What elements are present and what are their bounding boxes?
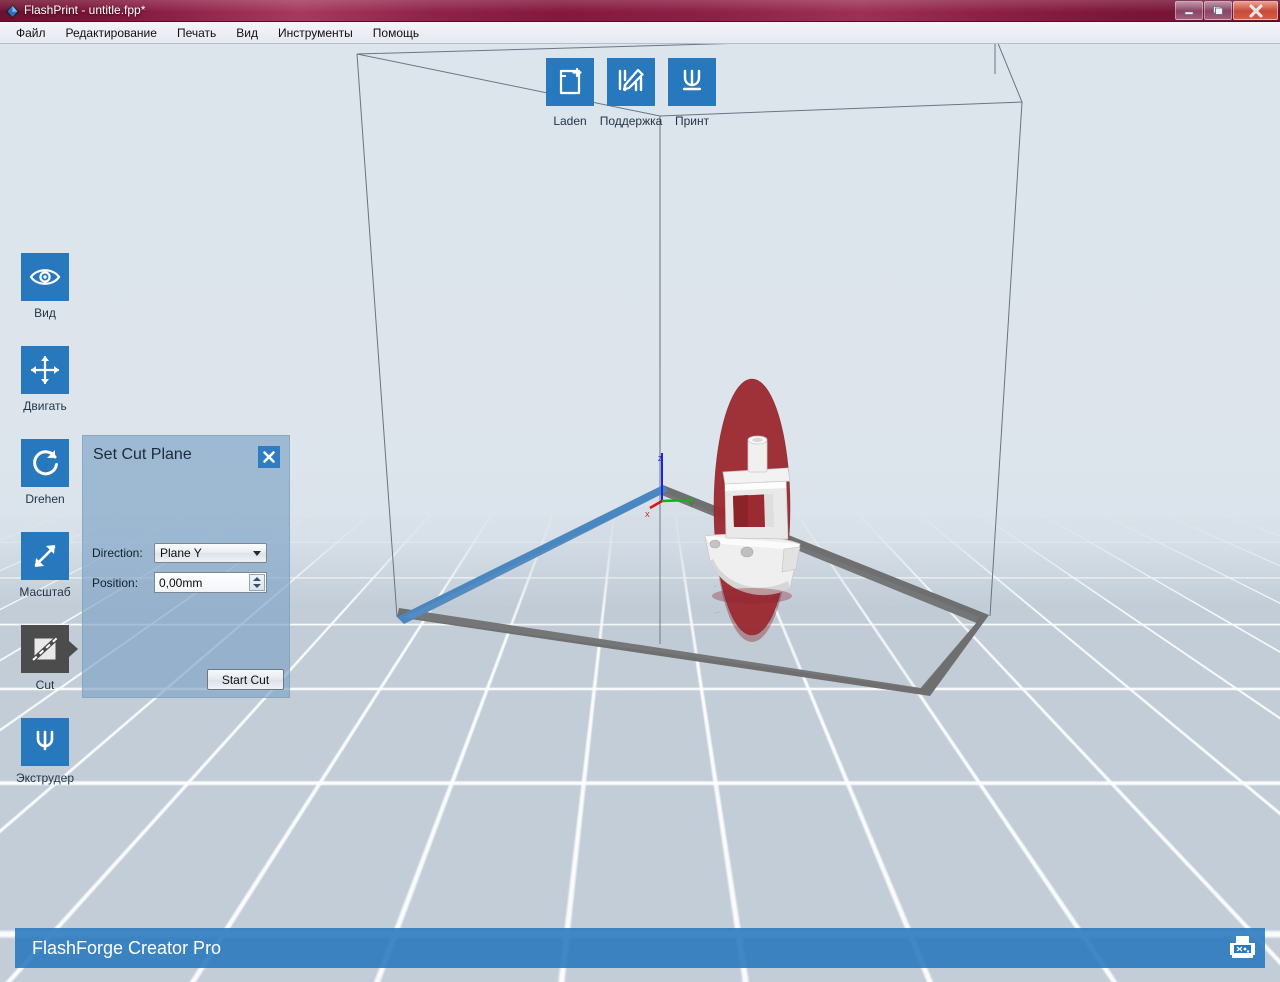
svg-text:X: X (645, 512, 650, 519)
direction-row: Direction: Plane Y (92, 543, 267, 563)
rotate-icon (30, 448, 60, 478)
flashprint-diamond-icon (5, 4, 20, 19)
menu-bar: Файл Редактирование Печать Вид Инструмен… (0, 22, 1280, 44)
printer-name-label: FlashForge Creator Pro (32, 938, 221, 959)
stepper-up-button[interactable] (250, 575, 264, 583)
minimize-button[interactable] (1175, 1, 1203, 20)
window-controls (1175, 1, 1278, 20)
menu-item-print[interactable]: Печать (167, 24, 226, 42)
sidebar-item-rotate[interactable]: Drehen (21, 439, 69, 506)
file-add-icon (556, 67, 584, 97)
start-cut-button[interactable]: Start Cut (207, 669, 284, 690)
sidebar-label-move: Двигать (23, 399, 66, 413)
triangle-down-icon (253, 584, 261, 588)
move-button-box[interactable] (21, 346, 69, 394)
dialog-title: Set Cut Plane (93, 446, 192, 464)
print-button-label: Принт (675, 114, 709, 128)
menu-item-edit[interactable]: Редактирование (56, 24, 167, 42)
load-button-label: Laden (553, 114, 586, 128)
direction-label: Direction: (92, 546, 154, 560)
toolbar-button-print[interactable]: Принт (668, 58, 716, 128)
dialog-close-button[interactable] (258, 446, 280, 468)
toolbar-button-support[interactable]: Поддержка (607, 58, 655, 128)
print-extruder-icon (678, 67, 706, 97)
chevron-down-icon (253, 551, 261, 556)
menu-item-help[interactable]: Помощь (363, 24, 429, 42)
top-toolbar: Laden Поддержка (546, 58, 716, 128)
stepper-buttons[interactable] (249, 574, 265, 591)
support-button-box[interactable] (607, 58, 655, 106)
status-bar: FlashForge Creator Pro (15, 928, 1265, 968)
sidebar-item-view[interactable]: Вид (21, 253, 69, 320)
maximize-icon (1212, 5, 1224, 16)
sidebar-item-move[interactable]: Двигать (21, 346, 69, 413)
window-title: FlashPrint - untitle.fpp* (24, 3, 145, 17)
printer-disconnected-icon (1227, 933, 1258, 963)
toolbar-button-load[interactable]: Laden (546, 58, 594, 128)
position-stepper[interactable] (154, 572, 267, 593)
position-row: Position: (92, 572, 267, 593)
close-button[interactable] (1233, 1, 1278, 20)
printer-status-button[interactable] (1226, 932, 1259, 965)
menu-item-tools[interactable]: Инструменты (268, 24, 363, 42)
support-pencil-icon (616, 67, 646, 97)
svg-text:Y: Y (689, 502, 694, 509)
triangle-up-icon (253, 577, 261, 581)
sidebar-label-rotate: Drehen (25, 492, 64, 506)
close-icon (1248, 4, 1264, 18)
stepper-down-button[interactable] (250, 583, 264, 591)
print-button-box[interactable] (668, 58, 716, 106)
svg-text:Z: Z (658, 456, 663, 463)
close-icon (262, 450, 276, 464)
rotate-button-box[interactable] (21, 439, 69, 487)
scale-button-box[interactable] (21, 532, 69, 580)
cut-button-box[interactable] (21, 625, 69, 673)
sidebar-label-scale: Масштаб (19, 585, 70, 599)
3d-viewport[interactable]: Z Y X (0, 44, 1280, 982)
sidebar-item-extruder[interactable]: Экструдер (21, 718, 69, 785)
eye-icon (29, 266, 61, 288)
sidebar-item-cut[interactable]: Cut (21, 625, 69, 692)
set-cut-plane-dialog: Set Cut Plane Direction: Plane Y Positio… (82, 435, 290, 698)
sidebar-label-extruder: Экструдер (16, 771, 74, 785)
sidebar-label-cut: Cut (36, 678, 55, 692)
direction-value: Plane Y (160, 546, 202, 560)
maximize-button[interactable] (1204, 1, 1232, 20)
move-arrows-icon (30, 355, 60, 385)
position-input[interactable] (155, 574, 243, 591)
extruder-button-box[interactable] (21, 718, 69, 766)
view-button-box[interactable] (21, 253, 69, 301)
sidebar-item-scale[interactable]: Масштаб (21, 532, 69, 599)
flashprint-window: FlashPrint - untitle.fpp* (0, 0, 1280, 982)
build-plate (397, 484, 990, 696)
direction-select[interactable]: Plane Y (154, 543, 267, 563)
minimize-icon (1183, 6, 1195, 16)
position-label: Position: (92, 576, 154, 590)
menu-item-view[interactable]: Вид (226, 24, 268, 42)
load-button-box[interactable] (546, 58, 594, 106)
extruder-icon (31, 727, 59, 757)
title-bar: FlashPrint - untitle.fpp* (0, 0, 1280, 22)
support-button-label: Поддержка (600, 114, 663, 128)
left-toolbar: Вид Двигать Drehen (21, 253, 69, 811)
sidebar-label-view: Вид (34, 306, 56, 320)
scale-diagonal-icon (31, 542, 59, 570)
cut-plane-icon (31, 635, 59, 663)
menu-item-file[interactable]: Файл (6, 24, 56, 42)
